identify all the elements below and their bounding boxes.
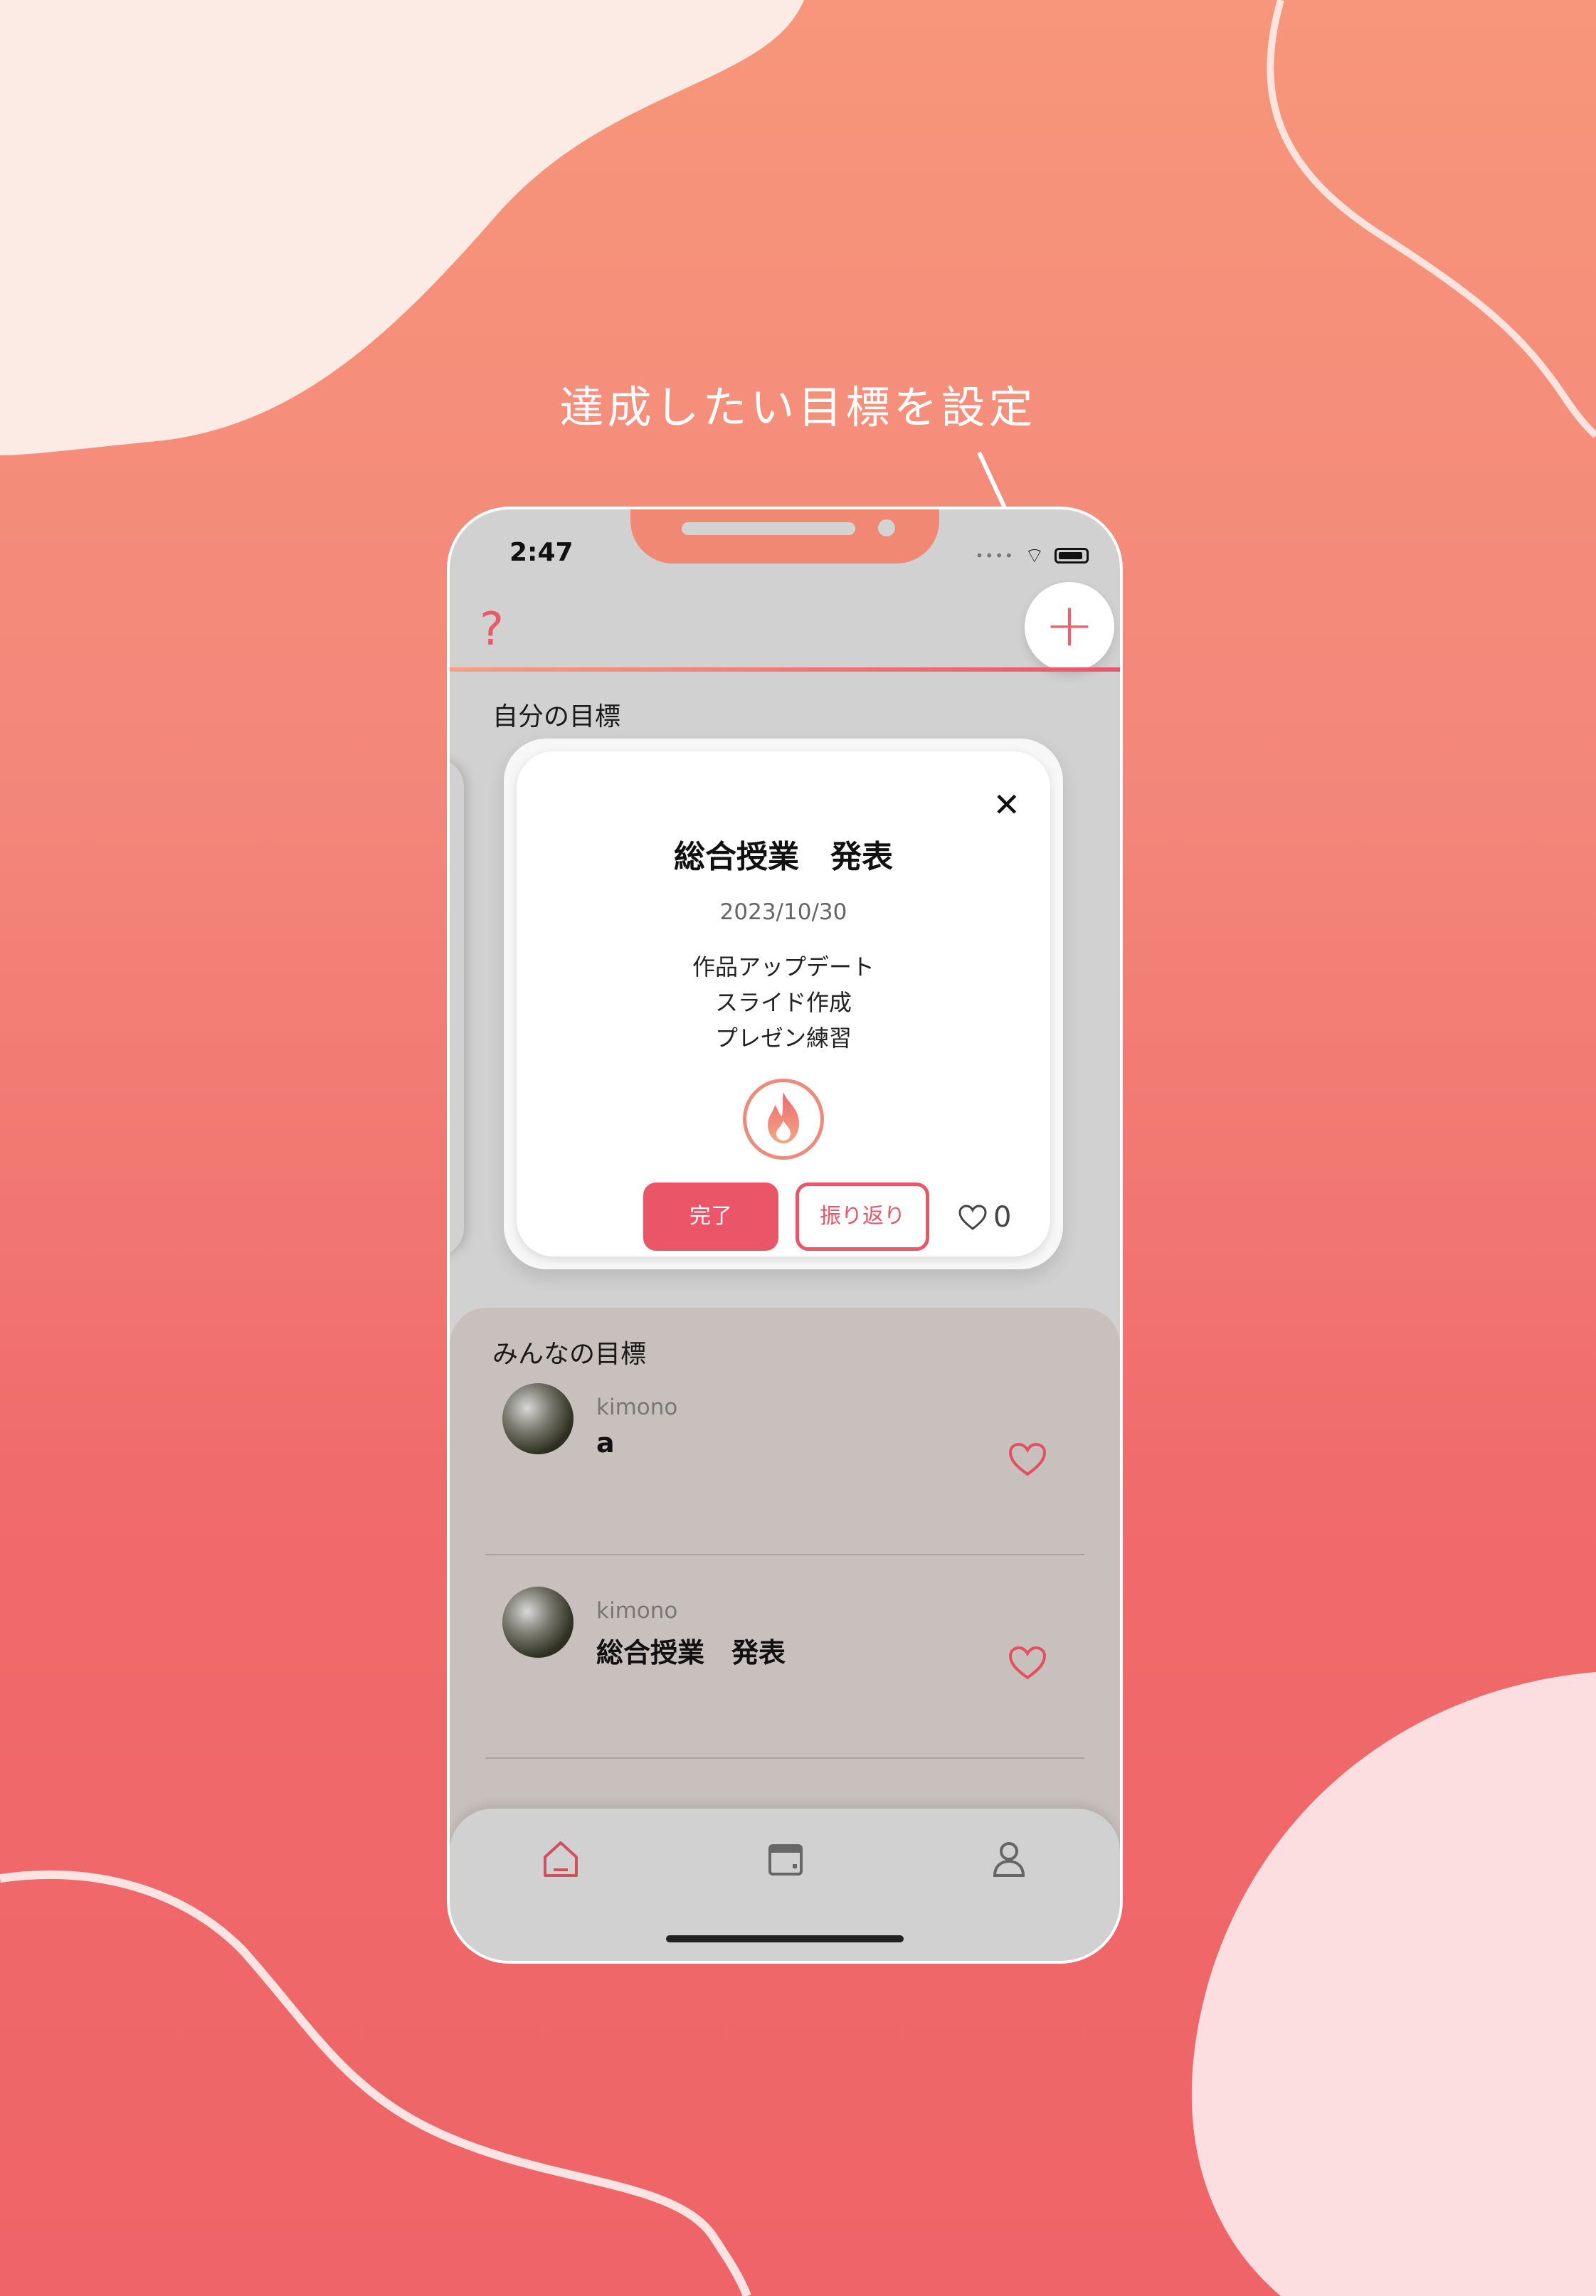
camera [878, 519, 895, 536]
battery-icon [1055, 548, 1089, 564]
add-goal-button[interactable]: + [1025, 582, 1114, 672]
goal-title: 総合授業 発表 [674, 839, 893, 875]
goal-text: a [596, 1427, 615, 1459]
goal-task: プレゼン練習 [714, 1025, 852, 1052]
help-button[interactable]: ? [480, 603, 504, 656]
heart-icon [958, 1205, 987, 1230]
list-item[interactable]: kimono a [485, 1369, 1084, 1555]
avatar[interactable] [502, 1587, 574, 1658]
goal-card: ✕ 総合授業 発表 2023/10/30 作品アップデート スライド作成 プレゼ… [517, 751, 1050, 1257]
username: kimono [596, 1598, 678, 1624]
close-icon[interactable]: ✕ [993, 785, 1020, 824]
previous-card[interactable] [450, 758, 464, 1257]
wifi-icon: ⌔ [1024, 544, 1045, 568]
like-count: 0 [993, 1201, 1012, 1234]
heart-icon[interactable] [1008, 1645, 1047, 1681]
phone-screen: 2:47 •••• ⌔ ? + 自分の目標 ✕ 総合授業 発表 2023/10/… [450, 509, 1120, 1961]
list-item[interactable]: kimono 総合授業 発表 [485, 1572, 1084, 1759]
done-button[interactable]: 完了 [643, 1183, 778, 1251]
home-icon[interactable] [539, 1837, 582, 1880]
fire-glyph [768, 1092, 799, 1143]
phone-notch [630, 509, 939, 564]
goal-text: 総合授業 発表 [596, 1637, 786, 1668]
goal-card-frame: ✕ 総合授業 発表 2023/10/30 作品アップデート スライド作成 プレゼ… [504, 739, 1063, 1269]
avatar[interactable] [502, 1383, 574, 1454]
status-time: 2:47 [509, 538, 574, 567]
fire-icon[interactable] [743, 1079, 824, 1160]
speaker [682, 522, 855, 535]
goal-task: スライド作成 [714, 989, 852, 1016]
my-goals-title: 自分の目標 [492, 702, 621, 731]
goal-date: 2023/10/30 [719, 899, 847, 925]
review-button[interactable]: 振り返り [796, 1183, 929, 1251]
username: kimono [596, 1395, 678, 1420]
signal-icon: •••• [975, 547, 1015, 564]
heart-icon[interactable] [1008, 1441, 1047, 1477]
everyone-goals-title: みんなの目標 [492, 1340, 647, 1369]
calendar-icon[interactable] [764, 1837, 807, 1880]
profile-icon[interactable] [988, 1837, 1030, 1880]
like-counter[interactable]: 0 [958, 1201, 1011, 1234]
status-icons: •••• ⌔ [976, 542, 1089, 569]
home-indicator [666, 1935, 904, 1942]
goal-task: 作品アップデート [692, 953, 874, 980]
header-divider [450, 667, 1120, 672]
